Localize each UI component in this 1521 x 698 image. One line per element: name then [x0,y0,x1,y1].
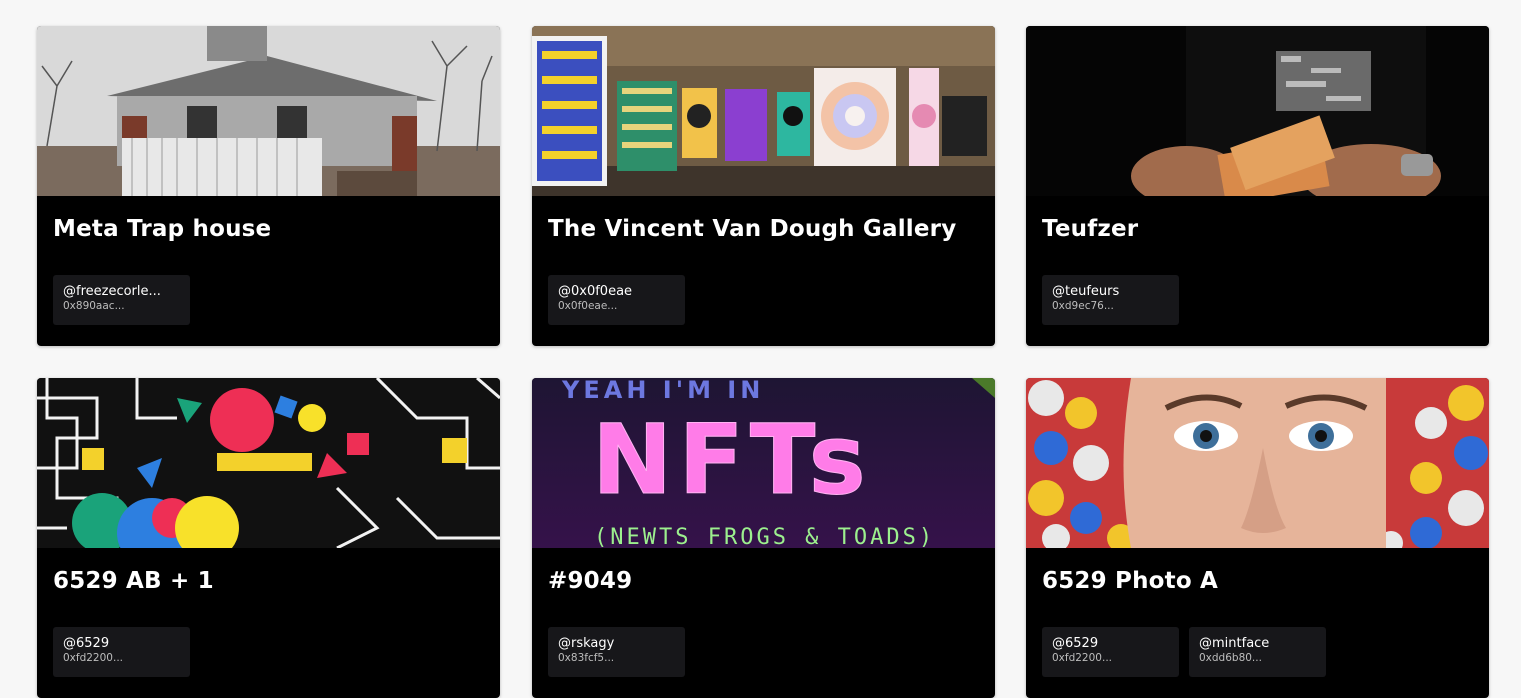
poster-main-text: NFTs [592,404,872,516]
collection-card[interactable]: 6529 Photo A @6529 0xfd2200... @mintface… [1026,378,1489,698]
owner-chip[interactable]: @mintface 0xdd6b80... [1189,627,1326,677]
card-title: 6529 Photo A [1042,568,1219,594]
card-title: Teufzer [1042,216,1139,242]
owner-handle: @mintface [1199,636,1270,651]
card-thumbnail-neon-poster: YEAH I'M IN NFTs (NEWTS FROGS & TOADS) [532,378,995,548]
owner-address: 0xfd2200... [1052,652,1112,664]
card-thumbnail-gallery [532,26,995,196]
card-thumbnail-abstract [37,378,500,548]
card-thumbnail-money [1026,26,1489,196]
owner-list: @6529 0xfd2200... @mintface 0xdd6b80... [1042,627,1326,677]
poster-top-text: YEAH I'M IN [561,378,764,404]
owner-handle: @6529 [63,636,110,651]
collection-card[interactable]: YEAH I'M IN NFTs (NEWTS FROGS & TOADS) #… [532,378,995,698]
collection-card[interactable]: Teufzer @teufeurs 0xd9ec76... [1026,26,1489,346]
owner-address: 0x890aac... [63,300,125,312]
owner-chip[interactable]: @6529 0xfd2200... [53,627,190,677]
owner-list: @0x0f0eae 0x0f0eae... [548,275,685,325]
owner-handle: @rskagy [558,636,615,651]
owner-list: @rskagy 0x83fcf5... [548,627,685,677]
collection-card[interactable]: 6529 AB + 1 @6529 0xfd2200... [37,378,500,698]
owner-address: 0xd9ec76... [1052,300,1114,312]
owner-list: @teufeurs 0xd9ec76... [1042,275,1179,325]
card-title: #9049 [548,568,633,594]
owner-handle: @teufeurs [1052,284,1120,299]
owner-address: 0x0f0eae... [558,300,618,312]
owner-handle: @6529 [1052,636,1099,651]
owner-chip[interactable]: @freezecorle... 0x890aac... [53,275,190,325]
collection-card[interactable]: The Vincent Van Dough Gallery @0x0f0eae … [532,26,995,346]
poster-sub-text: (NEWTS FROGS & TOADS) [594,525,935,548]
card-thumbnail-house [37,26,500,196]
owner-handle: @0x0f0eae [558,284,633,299]
owner-list: @6529 0xfd2200... [53,627,190,677]
owner-address: 0xdd6b80... [1199,652,1262,664]
owner-address: 0xfd2200... [63,652,123,664]
owner-chip[interactable]: @teufeurs 0xd9ec76... [1042,275,1179,325]
owner-chip[interactable]: @rskagy 0x83fcf5... [548,627,685,677]
owner-list: @freezecorle... 0x890aac... [53,275,190,325]
card-thumbnail-candy-face [1026,378,1489,548]
owner-handle: @freezecorle... [63,284,161,299]
owner-chip[interactable]: @0x0f0eae 0x0f0eae... [548,275,685,325]
card-title: Meta Trap house [53,216,272,242]
card-title: 6529 AB + 1 [53,568,214,594]
collection-card[interactable]: Meta Trap house @freezecorle... 0x890aac… [37,26,500,346]
owner-chip[interactable]: @6529 0xfd2200... [1042,627,1179,677]
owner-address: 0x83fcf5... [558,652,615,664]
card-title: The Vincent Van Dough Gallery [548,216,957,242]
collection-grid: Meta Trap house @freezecorle... 0x890aac… [0,0,1521,698]
